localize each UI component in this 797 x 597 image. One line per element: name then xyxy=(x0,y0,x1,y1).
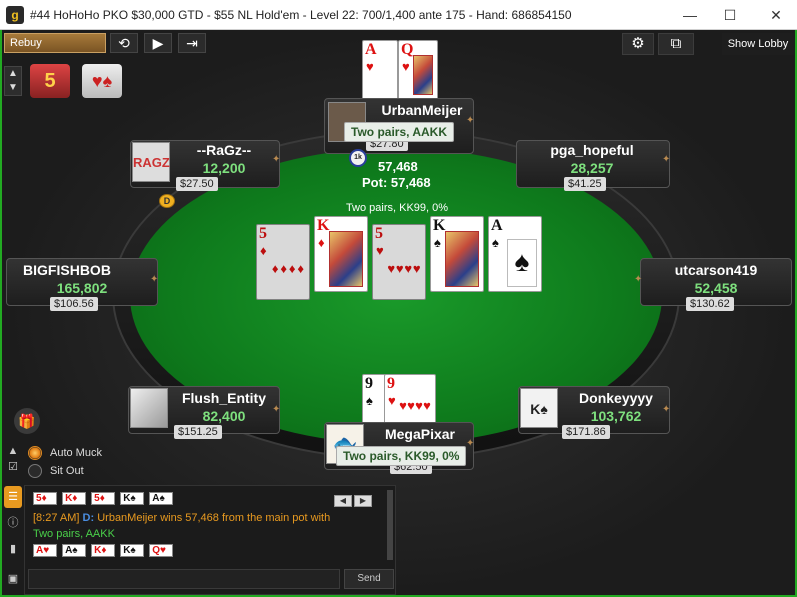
avatar xyxy=(130,388,168,428)
star-icon: ✦ xyxy=(662,154,671,165)
board-card-5: A ♠ ♠ xyxy=(488,216,542,292)
star-icon: ✦ xyxy=(272,404,281,415)
player-name: Donkeyyyy xyxy=(579,390,653,406)
layout-icon[interactable]: ⧉ xyxy=(658,33,694,55)
sit-out-option[interactable]: Sit Out xyxy=(28,464,84,478)
chat-from: from the main pot with xyxy=(221,512,331,524)
bounty-badge: $106.56 xyxy=(50,297,98,311)
chip-icon: 1k xyxy=(349,149,367,167)
player-name: BIGFISHBOB xyxy=(23,262,111,278)
top-hole-card-2: Q ♥ xyxy=(398,40,438,100)
show-lobby-button[interactable]: Show Lobby xyxy=(722,33,794,55)
notes-icon[interactable]: ▣ xyxy=(4,568,22,590)
player-name: pga_hopeful xyxy=(550,142,634,158)
star-icon: ✦ xyxy=(662,404,671,415)
mini-card: A♠ xyxy=(149,492,174,505)
mini-card: 5♦ xyxy=(33,492,57,505)
star-icon: ✦ xyxy=(272,154,281,165)
player-stack: 28,257 xyxy=(570,160,614,176)
stats-icon[interactable]: ▮ xyxy=(4,538,22,560)
chat-input[interactable] xyxy=(28,569,340,589)
player-stack: 82,400 xyxy=(202,408,246,424)
table-view: Rebuy ⟲ ▶ ⇥ ⚙ ⧉ Show Lobby ▲ ▼ 5 ♥♠ A ♥ Q… xyxy=(2,30,795,595)
refresh-icon[interactable]: ⟲ xyxy=(110,33,138,53)
mini-card: A♠ xyxy=(62,544,87,557)
chat-time: [8:27 AM] xyxy=(33,512,80,524)
bounty-badge: $130.62 xyxy=(686,297,734,311)
hand-description: Two pairs, KK99, 0% xyxy=(345,202,449,214)
star-icon: ✦ xyxy=(150,274,159,285)
rebuy-button[interactable]: Rebuy xyxy=(4,33,106,53)
bounty-badge: $41.25 xyxy=(564,177,606,191)
rank-badge-icon[interactable]: 5 xyxy=(30,64,70,98)
chat-prev-arrow-icon[interactable]: ◀ xyxy=(334,495,352,507)
player-stack: 12,200 xyxy=(202,160,246,176)
bounty-badge: $151.25 xyxy=(174,425,222,439)
radio-unchecked-icon[interactable] xyxy=(28,464,42,478)
close-button[interactable]: ✕ xyxy=(766,5,786,25)
pot-amount: 57,468 xyxy=(378,159,418,174)
board-card-3: 5 ♥ ♥ ♥ ♥ ♥ xyxy=(372,224,426,300)
dealer-button: D xyxy=(159,194,175,208)
chevron-updown-icon[interactable]: ▲ ▼ xyxy=(4,66,22,96)
chat-next-arrow-icon[interactable]: ▶ xyxy=(354,495,372,507)
minimize-button[interactable]: — xyxy=(680,5,700,25)
chat-board-cards: 5♦ K♦ 5♦ K♠ A♠ xyxy=(33,492,175,505)
player-stack: 103,762 xyxy=(590,408,642,424)
chat-win: wins 57,468 xyxy=(160,512,219,524)
cards-stack-icon[interactable]: ♥♠ xyxy=(82,64,122,98)
top-hole-card-1: A ♥ xyxy=(362,40,398,100)
mini-card: K♠ xyxy=(120,492,145,505)
send-button[interactable]: Send xyxy=(344,569,394,589)
star-icon: ✦ xyxy=(466,438,475,449)
mini-card: K♦ xyxy=(91,544,116,557)
chat-message: [8:27 AM] D: UrbanMeijer wins 57,468 fro… xyxy=(33,512,330,524)
hand-result-label: Two pairs, KK99, 0% xyxy=(336,446,467,466)
maximize-button[interactable]: ☐ xyxy=(720,5,740,25)
window-titlebar: g #44 HoHoHo PKO $30,000 GTD - $55 NL Ho… xyxy=(0,0,797,30)
hand-result-label: Two pairs, AAKK xyxy=(344,122,455,142)
radio-checked-icon[interactable] xyxy=(28,446,42,460)
chat-hand-cards: A♥ A♠ K♦ K♠ Q♥ xyxy=(33,544,175,557)
player-name: utcarson419 xyxy=(674,262,758,278)
bounty-badge: $27.50 xyxy=(176,177,218,191)
board-card-1: 5 ♦ ♦ ♦ ♦ ♦ xyxy=(256,224,310,300)
player-name: UrbanMeijer xyxy=(381,102,463,118)
auto-muck-option[interactable]: Auto Muck xyxy=(28,446,102,460)
pot-total: Pot: 57,468 xyxy=(362,175,431,190)
exit-table-icon[interactable]: ⇥ xyxy=(178,33,206,53)
bounty-badge: $171.86 xyxy=(562,425,610,439)
window-title: #44 HoHoHo PKO $30,000 GTD - $55 NL Hold… xyxy=(30,8,572,22)
chat-hand-text: Two pairs, AAKK xyxy=(33,528,115,540)
chat-scrollbar[interactable] xyxy=(387,490,393,560)
player-name: --RaGz-- xyxy=(196,142,252,158)
chat-tab-icon[interactable]: ☰ xyxy=(4,486,22,508)
chat-player: UrbanMeijer xyxy=(97,512,158,524)
checklist-icon[interactable]: ☑ xyxy=(4,456,22,478)
player-stack: 165,802 xyxy=(56,280,108,296)
play-icon[interactable]: ▶ xyxy=(144,33,172,53)
app-logo-icon: g xyxy=(6,6,24,24)
avatar: K♠ xyxy=(520,388,558,428)
board-card-2: K ♦ xyxy=(314,216,368,292)
gift-icon[interactable]: 🎁 xyxy=(14,408,40,434)
player-name: MegaPixar xyxy=(384,426,456,442)
dealer-icon: D: xyxy=(82,512,95,524)
star-icon: ✦ xyxy=(634,274,643,285)
mini-card: 5♦ xyxy=(91,492,116,505)
mini-card: A♥ xyxy=(33,544,57,557)
gear-icon[interactable]: ⚙ xyxy=(622,33,654,55)
info-icon[interactable]: ⓘ xyxy=(4,512,22,534)
board-card-4: K ♠ xyxy=(430,216,484,292)
mini-card: K♦ xyxy=(62,492,87,505)
hero-hole-card-1: 9 ♠ xyxy=(362,374,386,424)
player-stack: 52,458 xyxy=(694,280,738,296)
star-icon: ✦ xyxy=(466,115,475,126)
mini-card: K♠ xyxy=(120,544,145,557)
mini-card: Q♥ xyxy=(149,544,174,557)
player-name: Flush_Entity xyxy=(181,390,266,406)
hero-hole-card-2: 9 ♥ ♥ ♥ ♥ ♥ xyxy=(384,374,436,424)
avatar: RAGZ xyxy=(132,142,170,182)
